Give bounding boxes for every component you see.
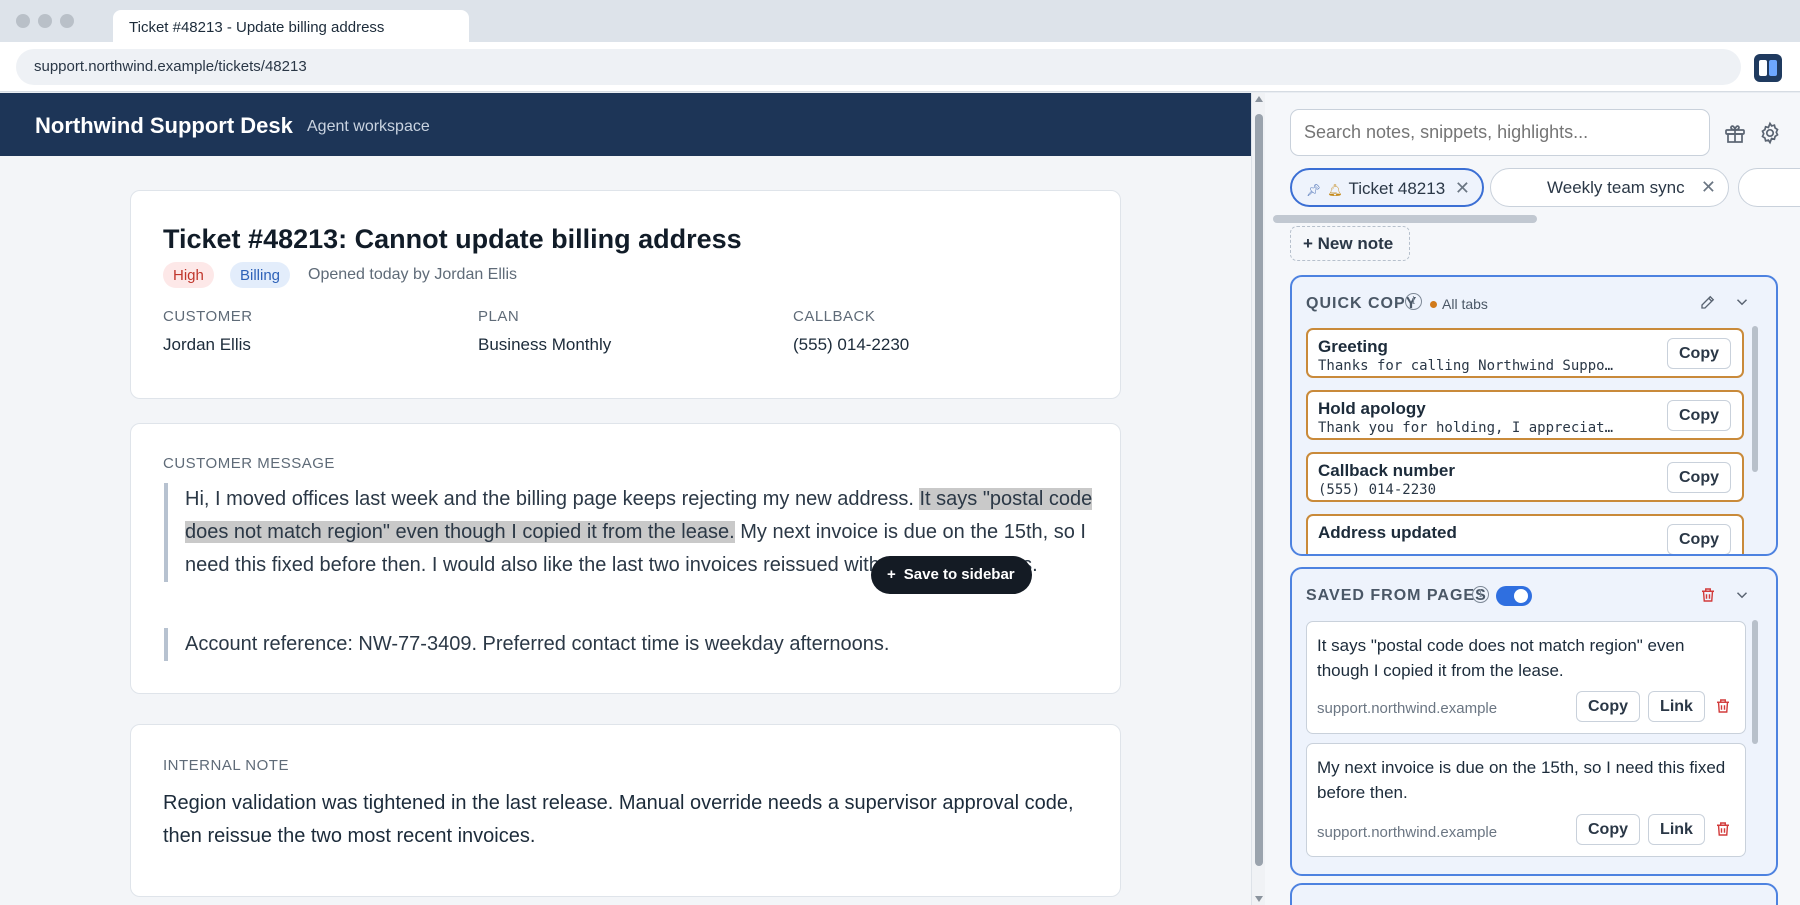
ticket-title: Ticket #48213: Cannot update billing add… bbox=[163, 224, 742, 254]
account-reference-paragraph: Account reference: NW-77-3409. Preferred… bbox=[164, 628, 1094, 661]
saved-from-pages-panel: SAVED FROM PAGES i It says "postal code … bbox=[1290, 567, 1778, 876]
gear-icon[interactable] bbox=[1758, 121, 1782, 145]
chevron-down-icon[interactable] bbox=[1733, 586, 1751, 604]
trash-icon[interactable] bbox=[1714, 820, 1732, 838]
app-title[interactable]: Northwind Support Desk bbox=[35, 113, 293, 139]
snippet-name: Callback number bbox=[1318, 461, 1455, 480]
saved-panel-title: SAVED FROM PAGES bbox=[1306, 587, 1487, 604]
plan-label: PLAN bbox=[478, 308, 520, 325]
notes-sidebar: 📌︎ 🔔︎ Ticket 48213 ✕ Weekly team sync ✕ + … bbox=[1265, 93, 1800, 905]
saved-highlight-item[interactable]: It says "postal code does not match regi… bbox=[1306, 621, 1746, 734]
snippet-preview: Thank you for holding, I appreciate … bbox=[1318, 420, 1618, 436]
window-minimize-dot[interactable] bbox=[38, 14, 52, 28]
scope-indicator: All tabs bbox=[1430, 296, 1488, 312]
saved-source: support.northwind.example bbox=[1317, 824, 1498, 841]
trash-icon[interactable] bbox=[1714, 697, 1732, 715]
quick-copy-item[interactable]: Hold apology Thank you for holding, I ap… bbox=[1306, 390, 1744, 440]
link-button[interactable]: Link bbox=[1648, 814, 1705, 845]
internal-note-card: INTERNAL NOTE Region validation was tigh… bbox=[130, 724, 1121, 897]
edit-icon[interactable] bbox=[1699, 293, 1717, 311]
callback-value: (555) 014-2230 bbox=[793, 335, 910, 354]
save-to-sidebar-button[interactable]: + Save to sidebar bbox=[871, 556, 1032, 594]
copy-button[interactable]: Copy bbox=[1576, 691, 1640, 722]
copy-button[interactable]: Copy bbox=[1667, 400, 1731, 431]
opened-info: Opened today by Jordan Ellis bbox=[308, 266, 518, 283]
copy-button[interactable]: Copy bbox=[1667, 338, 1731, 369]
snippet-name: Greeting bbox=[1318, 337, 1388, 356]
ticket-summary-card: Ticket #48213: Cannot update billing add… bbox=[130, 190, 1121, 399]
message-text-before: Hi, I moved offices last week and the bi… bbox=[185, 488, 920, 510]
customer-value: Jordan Ellis bbox=[163, 335, 251, 354]
callback-label: CALLBACK bbox=[793, 308, 876, 325]
note-tab-ticket-48213[interactable]: 📌︎ 🔔︎ Ticket 48213 ✕ bbox=[1290, 168, 1484, 207]
page-scrollbar[interactable] bbox=[1251, 93, 1265, 905]
scope-dot-icon bbox=[1430, 301, 1437, 308]
saved-highlight-item[interactable]: My next invoice is due on the 15th, so I… bbox=[1306, 743, 1746, 857]
window-zoom-dot[interactable] bbox=[60, 14, 74, 28]
info-icon[interactable]: i bbox=[1472, 586, 1489, 603]
snippet-name: Address updated bbox=[1318, 523, 1457, 542]
browser-tab-title: Ticket #48213 - Update billing address bbox=[129, 19, 385, 36]
scope-label: All tabs bbox=[1442, 296, 1488, 312]
browser-tabstrip: Ticket #48213 - Update billing address bbox=[0, 0, 1800, 42]
internal-note-text: Region validation was tightened in the l… bbox=[163, 792, 1074, 847]
pin-icon[interactable]: 📌︎ bbox=[1306, 183, 1321, 197]
internal-note-label: INTERNAL NOTE bbox=[163, 757, 289, 774]
browser-tab-active[interactable]: Ticket #48213 - Update billing address bbox=[113, 10, 469, 42]
note-tab-overflow[interactable] bbox=[1738, 168, 1800, 207]
address-bar[interactable]: support.northwind.example/tickets/48213 bbox=[16, 49, 1741, 85]
category-badge: Billing bbox=[230, 262, 291, 288]
close-icon[interactable]: ✕ bbox=[1455, 178, 1470, 199]
sidebar-extension-icon[interactable] bbox=[1754, 54, 1782, 82]
address-bar-row: support.northwind.example/tickets/48213 bbox=[0, 42, 1800, 92]
quick-copy-item[interactable]: Address updated Copy bbox=[1306, 514, 1744, 554]
page-scrollbar-thumb[interactable] bbox=[1255, 114, 1263, 866]
gift-icon[interactable] bbox=[1723, 121, 1747, 145]
saved-source: support.northwind.example bbox=[1317, 700, 1498, 717]
quick-copy-panel: QUICK COPY i All tabs Greeting Thanks fo… bbox=[1290, 275, 1778, 556]
priority-badge: High bbox=[163, 262, 214, 288]
chevron-down-icon[interactable] bbox=[1733, 293, 1751, 311]
new-note-button[interactable]: + New note bbox=[1290, 226, 1410, 261]
note-tab-label: Weekly team sync bbox=[1547, 178, 1685, 197]
ticket-page: Northwind Support Desk Agent workspace T… bbox=[0, 93, 1251, 905]
window-close-dot[interactable] bbox=[16, 14, 30, 28]
plus-icon: + bbox=[887, 566, 896, 583]
link-button[interactable]: Link bbox=[1648, 691, 1705, 722]
plan-value: Business Monthly bbox=[478, 335, 612, 354]
note-tab-weekly-team-sync[interactable]: Weekly team sync ✕ bbox=[1490, 168, 1729, 207]
bell-icon: 🔔︎ bbox=[1327, 183, 1343, 197]
app-header: Northwind Support Desk Agent workspace bbox=[0, 93, 1251, 156]
scroll-up-arrow-icon[interactable] bbox=[1255, 96, 1263, 102]
snippet-name: Hold apology bbox=[1318, 399, 1426, 418]
url-text: support.northwind.example/tickets/48213 bbox=[34, 58, 307, 75]
trash-icon[interactable] bbox=[1699, 586, 1717, 604]
snippet-preview: Thanks for calling Northwind Support… bbox=[1318, 358, 1618, 374]
saving-toggle[interactable] bbox=[1496, 586, 1532, 606]
copy-button[interactable]: Copy bbox=[1667, 462, 1731, 493]
customer-label: CUSTOMER bbox=[163, 308, 253, 325]
app-subtitle: Agent workspace bbox=[307, 118, 430, 135]
quick-copy-item[interactable]: Callback number (555) 014-2230 Copy bbox=[1306, 452, 1744, 502]
saved-scrollbar-thumb[interactable] bbox=[1752, 620, 1758, 744]
copy-button[interactable]: Copy bbox=[1667, 524, 1731, 554]
customer-message-label: CUSTOMER MESSAGE bbox=[163, 455, 335, 472]
saved-highlight-text: My next invoice is due on the 15th, so I… bbox=[1317, 758, 1726, 802]
next-panel-collapsed bbox=[1290, 883, 1778, 905]
copy-button[interactable]: Copy bbox=[1576, 814, 1640, 845]
scroll-down-arrow-icon[interactable] bbox=[1255, 896, 1263, 902]
tabs-scrollbar-thumb[interactable] bbox=[1273, 215, 1537, 223]
note-tab-label: Ticket 48213 bbox=[1348, 179, 1446, 198]
quick-copy-item[interactable]: Greeting Thanks for calling Northwind Su… bbox=[1306, 328, 1744, 378]
snippet-preview: (555) 014-2230 bbox=[1318, 482, 1437, 498]
saved-highlight-text: It says "postal code does not match regi… bbox=[1317, 636, 1685, 680]
close-icon[interactable]: ✕ bbox=[1701, 177, 1716, 198]
save-to-sidebar-label: Save to sidebar bbox=[903, 566, 1015, 583]
quick-copy-title: QUICK COPY bbox=[1306, 295, 1418, 312]
sidebar-search-input[interactable] bbox=[1290, 109, 1710, 156]
info-icon[interactable]: i bbox=[1405, 293, 1422, 310]
quick-copy-scrollbar-thumb[interactable] bbox=[1752, 326, 1758, 472]
